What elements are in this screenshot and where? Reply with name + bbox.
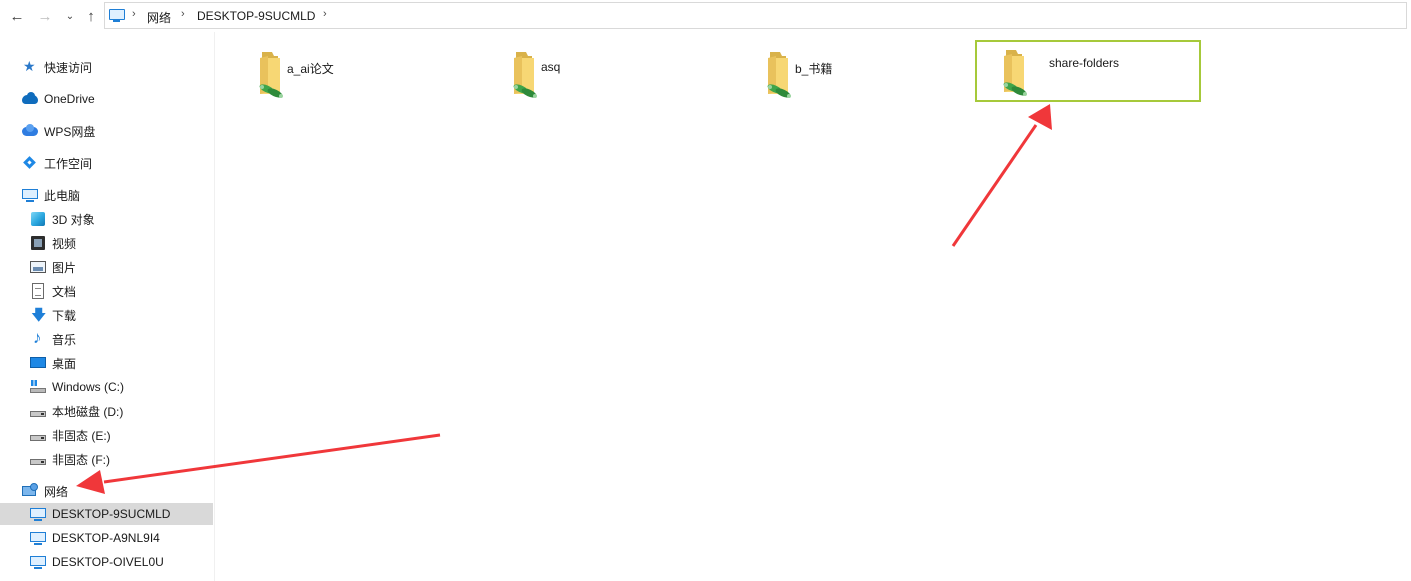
sidebar-item-pictures[interactable]: 图片 [0, 256, 213, 278]
address-bar[interactable]: › 网络 › DESKTOP-9SUCMLD › [104, 2, 1407, 29]
chevron-right-icon: › [132, 8, 136, 20]
arrow-left-icon: ← [9, 7, 25, 25]
file-view: a_ai论文 asq b_书籍 share-folders [215, 32, 1411, 581]
windows-drive-icon [30, 379, 46, 395]
computer-icon [22, 187, 38, 203]
chevron-right-icon: › [323, 8, 327, 20]
shared-folder-item[interactable]: b_书籍 [741, 44, 963, 102]
workspace-icon [22, 155, 38, 171]
breadcrumb-host[interactable]: DESKTOP-9SUCMLD [197, 9, 315, 23]
sidebar-item-label: Windows (C:) [52, 380, 125, 394]
sidebar-item-videos[interactable]: 视频 [0, 232, 213, 254]
sidebar-item-label: 工作空间 [44, 156, 93, 171]
desktop-icon [30, 355, 46, 371]
shared-folder-item-highlighted[interactable]: share-folders [975, 40, 1201, 102]
sidebar-item-workspace[interactable]: 工作空间 [0, 152, 213, 174]
network-icon [22, 483, 38, 499]
folder-name: a_ai论文 [287, 62, 334, 76]
folder-name: share-folders [1049, 56, 1120, 70]
computer-icon [30, 530, 46, 546]
picture-icon [30, 259, 46, 275]
wps-cloud-icon [22, 123, 38, 139]
sidebar-item-onedrive[interactable]: OneDrive [0, 88, 213, 110]
sidebar-item-label: 文档 [52, 284, 77, 299]
computer-icon [109, 9, 125, 22]
sidebar-item-host-oivel0u[interactable]: DESKTOP-OIVEL0U [0, 551, 213, 573]
sidebar-item-label: DESKTOP-9SUCMLD [52, 507, 171, 521]
address-toolbar: ← → ⌄ ↑ › 网络 › DESKTOP-9SUCMLD › [0, 0, 1411, 32]
drive-icon [30, 451, 46, 467]
video-icon [30, 235, 46, 251]
cloud-icon [22, 91, 38, 107]
arrow-up-icon: ↑ [87, 7, 95, 25]
sidebar-item-label: 网络 [44, 484, 69, 499]
sidebar-item-wps[interactable]: WPS网盘 [0, 120, 213, 142]
sidebar-item-label: WPS网盘 [44, 124, 96, 139]
sidebar-item-label: 此电脑 [44, 188, 81, 203]
sidebar-item-label: 桌面 [52, 356, 77, 371]
shared-folder-item[interactable]: a_ai论文 [233, 44, 455, 102]
3d-objects-icon [30, 211, 46, 227]
forward-button[interactable]: → [36, 6, 54, 26]
music-icon [30, 328, 46, 348]
sidebar-item-label: 非固态 (E:) [52, 428, 111, 443]
chevron-right-icon: › [181, 8, 185, 20]
document-icon [30, 283, 46, 299]
folder-name: asq [541, 60, 561, 74]
sidebar-item-label: OneDrive [44, 92, 95, 106]
sidebar-item-drive-d[interactable]: 本地磁盘 (D:) [0, 400, 213, 422]
sidebar-item-drive-c[interactable]: Windows (C:) [0, 376, 213, 398]
shared-folder-icon [767, 52, 791, 98]
sidebar-item-music[interactable]: 音乐 [0, 328, 213, 350]
sidebar-item-label: 非固态 (F:) [52, 452, 110, 467]
sidebar-item-network[interactable]: 网络 [0, 480, 213, 502]
sidebar-item-host-a9nl9i4[interactable]: DESKTOP-A9NL9I4 [0, 527, 213, 549]
shared-folder-icon [513, 52, 537, 98]
sidebar-item-drive-e[interactable]: 非固态 (E:) [0, 424, 213, 446]
star-icon [22, 58, 38, 75]
sidebar-item-label: 3D 对象 [52, 212, 95, 227]
shared-folder-icon [259, 52, 283, 98]
shared-folder-item[interactable]: asq [487, 44, 709, 102]
shared-folder-icon [1003, 50, 1027, 96]
sidebar-item-label: DESKTOP-OIVEL0U [52, 555, 164, 569]
recent-locations-button[interactable]: ⌄ [63, 6, 77, 26]
sidebar-item-this-pc[interactable]: 此电脑 [0, 184, 213, 206]
sidebar-item-label: DESKTOP-A9NL9I4 [52, 531, 160, 545]
sidebar-item-downloads[interactable]: 下载 [0, 304, 213, 330]
folder-name: b_书籍 [795, 62, 833, 76]
computer-icon [30, 506, 46, 522]
arrow-right-icon: → [37, 7, 53, 25]
sidebar-item-documents[interactable]: 文档 [0, 280, 213, 302]
breadcrumb-network[interactable]: 网络 [147, 9, 171, 26]
back-button[interactable]: ← [8, 6, 26, 26]
computer-icon [30, 554, 46, 570]
drive-icon [30, 403, 46, 419]
sidebar-item-label: 音乐 [52, 332, 77, 347]
navigation-pane: 快速访问 OneDrive WPS网盘 工作空间 此电脑 3D 对象 视频 图片… [0, 32, 214, 581]
sidebar-item-label: 下载 [52, 308, 77, 323]
sidebar-item-label: 图片 [52, 260, 77, 275]
up-button[interactable]: ↑ [82, 6, 100, 26]
sidebar-item-quick-access[interactable]: 快速访问 [0, 56, 213, 78]
chevron-down-icon: ⌄ [65, 10, 75, 22]
sidebar-item-label: 本地磁盘 (D:) [52, 404, 124, 419]
sidebar-item-3d-objects[interactable]: 3D 对象 [0, 208, 213, 230]
sidebar-item-label: 视频 [52, 236, 77, 251]
sidebar-item-label: 快速访问 [44, 60, 93, 75]
download-icon [30, 305, 46, 330]
sidebar-item-drive-f[interactable]: 非固态 (F:) [0, 448, 213, 470]
sidebar-item-desktop[interactable]: 桌面 [0, 352, 213, 374]
drive-icon [30, 427, 46, 443]
sidebar-item-host-9sucmld[interactable]: DESKTOP-9SUCMLD [0, 503, 213, 525]
